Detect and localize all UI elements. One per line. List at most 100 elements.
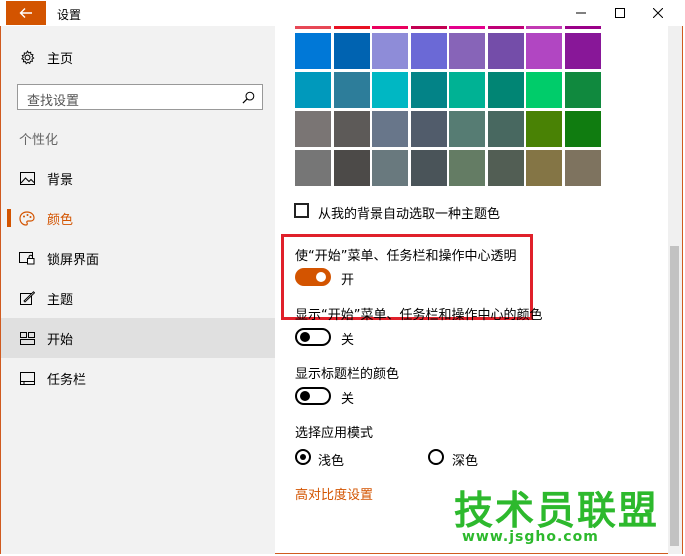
start-color-state: 关 (341, 333, 355, 348)
transparency-toggle[interactable] (295, 268, 331, 286)
color-swatch[interactable] (372, 26, 408, 29)
sidebar-item-label: 背景 (47, 172, 74, 188)
color-swatch[interactable] (410, 111, 447, 147)
sidebar-item-colors[interactable]: 颜色 (1, 198, 275, 238)
minimize-icon (576, 12, 586, 14)
titlebar-color-label: 显示标题栏的颜色 (295, 367, 400, 382)
color-swatch[interactable] (410, 150, 447, 186)
light-mode-radio[interactable] (295, 449, 311, 465)
color-swatch[interactable] (449, 33, 485, 69)
color-swatch[interactable] (333, 72, 370, 108)
color-swatch[interactable] (487, 150, 524, 186)
scrollbar[interactable] (668, 26, 682, 554)
color-swatch[interactable] (410, 33, 447, 69)
sidebar-item-label: 主题 (47, 292, 74, 308)
back-button[interactable] (6, 1, 46, 25)
transparency-state: 开 (341, 273, 355, 288)
watermark-text: 技术员联盟 (454, 489, 660, 534)
titlebar-color-toggle[interactable] (295, 387, 331, 405)
brush-icon (19, 290, 35, 306)
sidebar-item-background[interactable]: 背景 (1, 158, 275, 198)
color-swatch[interactable] (295, 26, 331, 29)
color-swatch[interactable] (333, 150, 370, 186)
color-swatch[interactable] (487, 111, 524, 147)
color-swatch[interactable] (372, 150, 408, 186)
watermark: 技术员联盟 www.jsgho.com (452, 480, 657, 550)
sidebar-item-home[interactable]: 主页 (1, 37, 275, 77)
color-swatch[interactable] (487, 33, 524, 69)
sidebar-item-start[interactable]: 开始 (1, 318, 275, 358)
color-swatch[interactable] (333, 26, 370, 29)
radio-selected-dot (300, 454, 306, 460)
main-content: 从我的背景自动选取一种主题色 使“开始”菜单、任务栏和操作中心透明 开 显示“开… (275, 26, 667, 554)
picture-icon (19, 170, 35, 186)
color-swatch[interactable] (487, 26, 524, 29)
dark-mode-label: 深色 (452, 454, 479, 469)
color-swatch[interactable] (564, 150, 601, 186)
auto-accent-checkbox[interactable] (294, 203, 309, 218)
toggle-knob (300, 391, 310, 401)
color-swatch[interactable] (333, 33, 370, 69)
window-title: 设置 (57, 8, 82, 22)
light-mode-label: 浅色 (318, 454, 345, 469)
maximize-button[interactable] (602, 0, 638, 26)
search-input[interactable]: 查找设置 (17, 84, 263, 110)
color-swatch[interactable] (372, 33, 408, 69)
color-swatch[interactable] (526, 72, 562, 108)
search-placeholder: 查找设置 (27, 94, 80, 109)
close-button[interactable] (640, 0, 676, 26)
color-swatch[interactable] (372, 111, 408, 147)
taskbar-icon (19, 370, 35, 386)
search-icon (242, 91, 255, 104)
lockscreen-icon (19, 250, 35, 266)
color-swatch[interactable] (295, 111, 331, 147)
start-color-label: 显示“开始”菜单、任务栏和操作中心的颜色 (295, 308, 543, 323)
color-swatch[interactable] (449, 26, 485, 29)
app-mode-label: 选择应用模式 (295, 426, 374, 441)
color-swatch[interactable] (333, 111, 370, 147)
color-swatch[interactable] (564, 33, 601, 69)
color-swatch[interactable] (526, 26, 562, 29)
color-swatch[interactable] (487, 72, 524, 108)
sidebar-item-label: 锁屏界面 (47, 252, 100, 268)
toggle-knob (300, 332, 310, 342)
color-swatch[interactable] (526, 33, 562, 69)
sidebar-item-label: 颜色 (47, 212, 74, 228)
color-swatch[interactable] (564, 111, 601, 147)
color-swatch[interactable] (526, 150, 562, 186)
start-color-toggle[interactable] (295, 328, 331, 346)
color-swatch[interactable] (295, 72, 331, 108)
watermark-url: www.jsgho.com (462, 529, 599, 545)
gear-icon (19, 49, 35, 65)
sidebar-item-taskbar[interactable]: 任务栏 (1, 358, 275, 398)
start-icon (19, 330, 35, 346)
color-swatch[interactable] (372, 72, 408, 108)
back-arrow-icon (19, 8, 32, 18)
sidebar-item-lockscreen[interactable]: 锁屏界面 (1, 238, 275, 278)
color-swatch[interactable] (564, 26, 601, 29)
auto-accent-label: 从我的背景自动选取一种主题色 (318, 207, 501, 222)
sidebar: 主页 查找设置 个性化 背景 颜色 锁屏界面 主题 开始 任务栏 (1, 26, 275, 554)
sidebar-item-themes[interactable]: 主题 (1, 278, 275, 318)
transparency-label: 使“开始”菜单、任务栏和操作中心透明 (295, 249, 517, 264)
color-swatch[interactable] (449, 72, 485, 108)
color-swatch[interactable] (526, 111, 562, 147)
color-swatch[interactable] (449, 150, 485, 186)
minimize-button[interactable] (563, 0, 599, 26)
sidebar-item-label: 任务栏 (47, 372, 87, 388)
scrollbar-thumb[interactable] (670, 246, 679, 546)
color-swatch[interactable] (295, 150, 331, 186)
sidebar-item-label: 开始 (47, 332, 74, 348)
color-swatch[interactable] (410, 72, 447, 108)
color-swatch[interactable] (564, 72, 601, 108)
color-swatch[interactable] (449, 111, 485, 147)
dark-mode-radio[interactable] (428, 449, 444, 465)
titlebar-color-state: 关 (341, 392, 355, 407)
close-icon (653, 8, 663, 18)
color-swatch[interactable] (410, 26, 447, 29)
color-swatch[interactable] (295, 33, 331, 69)
high-contrast-link[interactable]: 高对比度设置 (295, 484, 373, 503)
title-bar: 设置 (0, 0, 685, 26)
current-indicator (7, 209, 11, 227)
palette-icon (19, 210, 35, 226)
